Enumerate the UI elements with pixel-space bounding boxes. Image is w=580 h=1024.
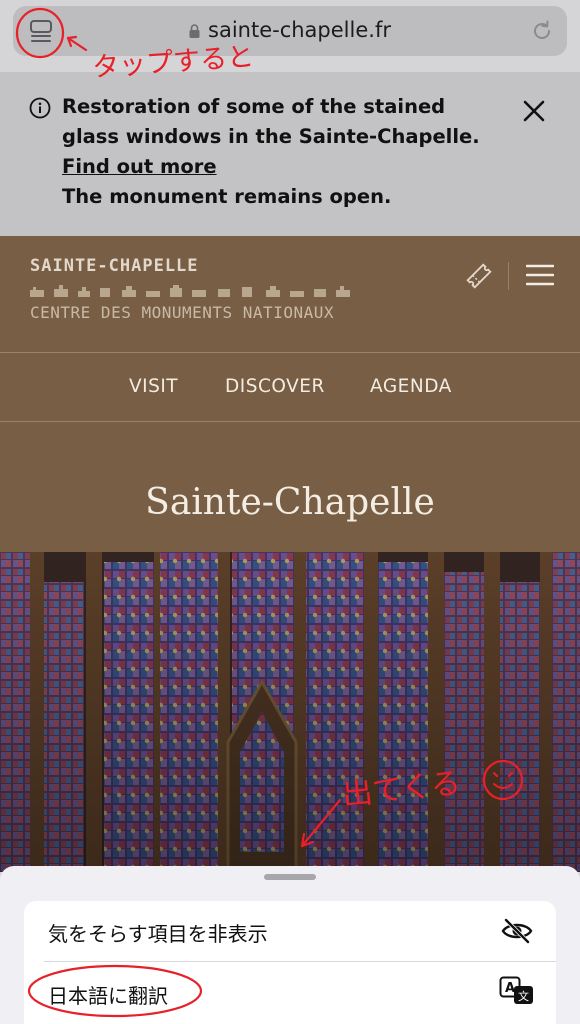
nav-rule bbox=[0, 421, 580, 422]
reload-icon[interactable] bbox=[530, 19, 554, 43]
page-title: Sainte-Chapelle bbox=[145, 482, 435, 523]
header-divider bbox=[508, 262, 509, 290]
ticket-icon[interactable] bbox=[465, 262, 493, 290]
info-icon bbox=[29, 97, 51, 119]
nav-visit[interactable]: VISIT bbox=[129, 376, 178, 397]
hamburger-menu-icon[interactable] bbox=[526, 263, 554, 287]
eye-slash-icon[interactable] bbox=[501, 918, 533, 944]
url-display[interactable]: sainte-chapelle.fr bbox=[0, 18, 580, 42]
sheet-grabber[interactable] bbox=[264, 874, 316, 880]
notice-note: The monument remains open. bbox=[62, 185, 392, 208]
translate-icon[interactable]: A 文 bbox=[499, 976, 535, 1006]
menu-separator bbox=[44, 961, 556, 962]
svg-text:A: A bbox=[505, 981, 515, 996]
site-logo[interactable]: SAINTE-CHAPELLE bbox=[30, 256, 199, 276]
stained-glass-photo bbox=[0, 552, 580, 872]
nav-agenda[interactable]: AGENDA bbox=[370, 376, 452, 397]
hero-image bbox=[0, 552, 580, 872]
lock-icon bbox=[189, 24, 200, 38]
monuments-skyline-icon bbox=[30, 285, 350, 297]
svg-text:文: 文 bbox=[518, 989, 529, 1003]
header-rule bbox=[0, 352, 580, 353]
brand-subtitle: CENTRE DES MONUMENTS NATIONAUX bbox=[30, 303, 334, 322]
notice-text: Restoration of some of the stained glass… bbox=[62, 92, 502, 212]
browser-toolbar: sainte-chapelle.fr bbox=[0, 0, 580, 72]
hide-distracting-items-option[interactable]: 気をそらす項目を非表示 bbox=[48, 918, 268, 947]
close-icon[interactable] bbox=[521, 98, 547, 124]
notice-message: Restoration of some of the stained glass… bbox=[62, 95, 480, 148]
brand-name: SAINTE-CHAPELLE bbox=[30, 256, 199, 276]
translate-to-japanese-option[interactable]: 日本語に翻訳 bbox=[48, 980, 168, 1009]
nav-discover[interactable]: DISCOVER bbox=[225, 376, 325, 397]
find-out-more-link[interactable]: Find out more bbox=[62, 155, 217, 178]
